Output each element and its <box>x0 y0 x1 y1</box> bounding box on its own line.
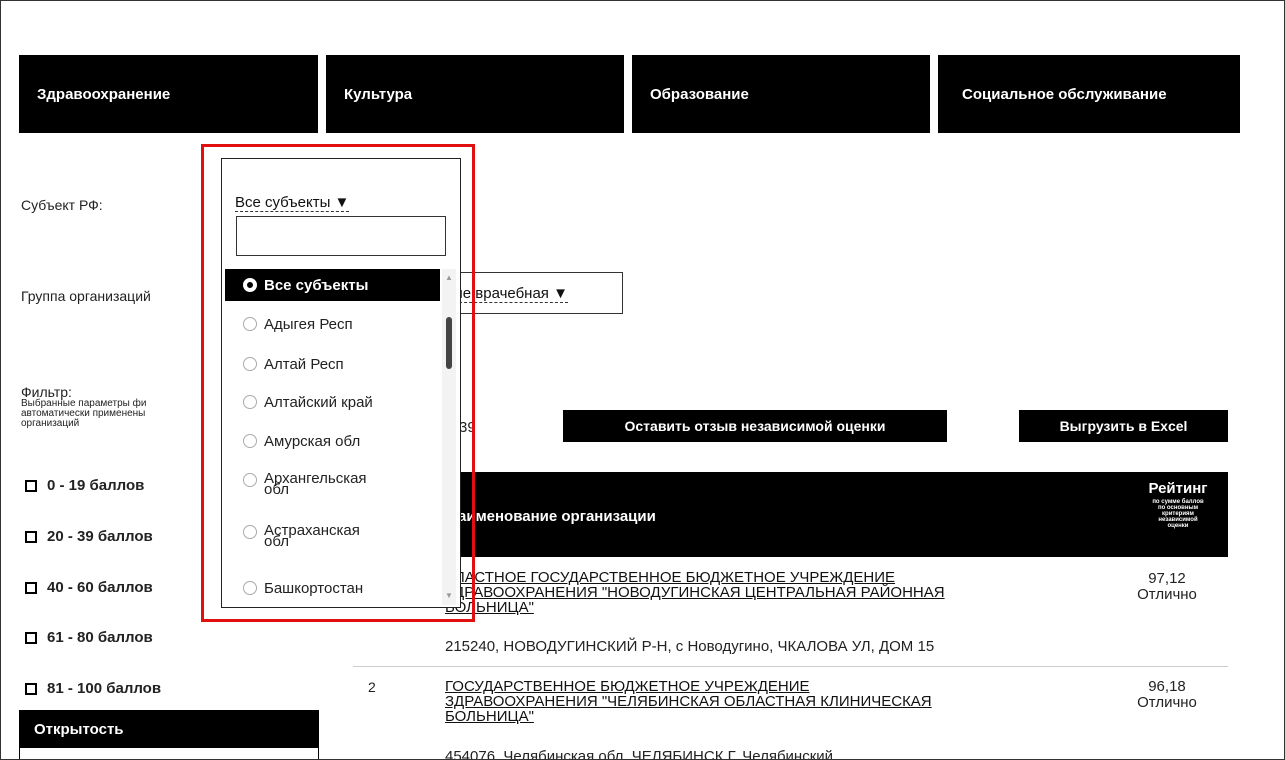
filter-subtitle-line: организаций <box>21 418 80 429</box>
rating-subtitle-line: оценки <box>1167 523 1189 529</box>
range-label: 40 - 60 баллов <box>47 579 153 596</box>
openness-header[interactable]: Открытость <box>19 710 319 748</box>
table-header: аименование организации Рейтинг по сумме… <box>353 472 1228 557</box>
range-checkbox-20-39[interactable]: 20 - 39 баллов <box>25 528 153 545</box>
highlight-box <box>201 144 475 622</box>
filter-subtitle: Выбранные параметры фи автоматически при… <box>21 399 146 429</box>
row-number: 2 <box>368 679 376 695</box>
organization-name-line: ЗДРАВООХРАНЕНИЯ "ЧЕЛЯБИНСКАЯ ОБЛАСТНАЯ К… <box>445 693 932 710</box>
organization-address: 454076, Челябинская обл, ЧЕЛЯБИНСК Г, Че… <box>445 748 838 760</box>
organization-name-line: БОЛЬНИЦА" <box>445 708 534 725</box>
tab-culture[interactable]: Культура <box>326 55 624 133</box>
organization-name-line: БЛАСТНОЕ ГОСУДАРСТВЕННОЕ БЮДЖЕТНОЕ УЧРЕЖ… <box>445 569 896 586</box>
tab-label: Культура <box>344 85 413 103</box>
column-rating-header[interactable]: Рейтинг по сумме баллов по основным крит… <box>1128 480 1228 529</box>
rating-score: 96,18 <box>1148 678 1186 695</box>
organization-name-line: ГОСУДАРСТВЕННОЕ БЮДЖЕТНОЕ УЧРЕЖДЕНИЕ <box>445 678 810 695</box>
checkbox-icon[interactable] <box>25 530 37 543</box>
range-label: 0 - 19 баллов <box>47 477 145 494</box>
checkbox-icon[interactable] <box>25 581 37 594</box>
checkbox-icon[interactable] <box>25 479 37 492</box>
organization-link[interactable]: БЛАСТНОЕ ГОСУДАРСТВЕННОЕ БЮДЖЕТНОЕ УЧРЕЖ… <box>445 570 1095 615</box>
range-checkbox-81-100[interactable]: 81 - 100 баллов <box>25 680 161 697</box>
tab-social-services[interactable]: Социальное обслуживание <box>938 55 1240 133</box>
group-label: Группа организаций <box>21 288 151 304</box>
checkbox-icon[interactable] <box>25 631 37 644</box>
organization-rating: 96,18 Отлично <box>1117 679 1217 711</box>
range-checkbox-0-19[interactable]: 0 - 19 баллов <box>25 477 144 494</box>
rating-title: Рейтинг <box>1148 480 1208 497</box>
rating-score: 97,12 <box>1148 570 1186 587</box>
tab-healthcare[interactable]: Здравоохранение <box>19 55 318 133</box>
organization-link[interactable]: ГОСУДАРСТВЕННОЕ БЮДЖЕТНОЕ УЧРЕЖДЕНИЕ ЗДР… <box>445 679 1095 724</box>
openness-title: Открытость <box>34 720 124 738</box>
page-frame: Здравоохранение Культура Образование Соц… <box>0 0 1285 760</box>
column-name-header[interactable]: аименование организации <box>458 508 656 525</box>
subject-label: Субъект РФ: <box>21 197 103 213</box>
rating-subtitle: по сумме баллов по основным критериям не… <box>1128 499 1228 529</box>
tab-education[interactable]: Образование <box>632 55 930 133</box>
range-label: 61 - 80 баллов <box>47 629 153 646</box>
feedback-button[interactable]: Оставить отзыв независимой оценки <box>563 410 947 442</box>
rating-grade: Отлично <box>1137 586 1197 603</box>
range-checkbox-40-60[interactable]: 40 - 60 баллов <box>25 579 153 596</box>
range-label: 20 - 39 баллов <box>47 528 153 545</box>
tab-label: Социальное обслуживание <box>962 85 1167 103</box>
row-divider <box>353 666 1228 667</box>
organization-address: 215240, НОВОДУГИНСКИЙ Р-Н, с Новодугино,… <box>445 638 935 655</box>
export-excel-button[interactable]: Выгрузить в Excel <box>1019 410 1228 442</box>
rating-grade: Отлично <box>1137 694 1197 711</box>
tab-label: Здравоохранение <box>37 85 171 103</box>
organization-rating: 97,12 Отлично <box>1117 571 1217 603</box>
organization-name-line: ЗДРАВООХРАНЕНИЯ "НОВОДУГИНСКАЯ ЦЕНТРАЛЬН… <box>445 584 945 601</box>
checkbox-icon[interactable] <box>25 682 37 695</box>
range-checkbox-61-80[interactable]: 61 - 80 баллов <box>25 629 153 646</box>
range-label: 81 - 100 баллов <box>47 680 162 697</box>
organization-name-line: БОЛЬНИЦА" <box>445 599 534 616</box>
tab-label: Образование <box>650 85 749 103</box>
